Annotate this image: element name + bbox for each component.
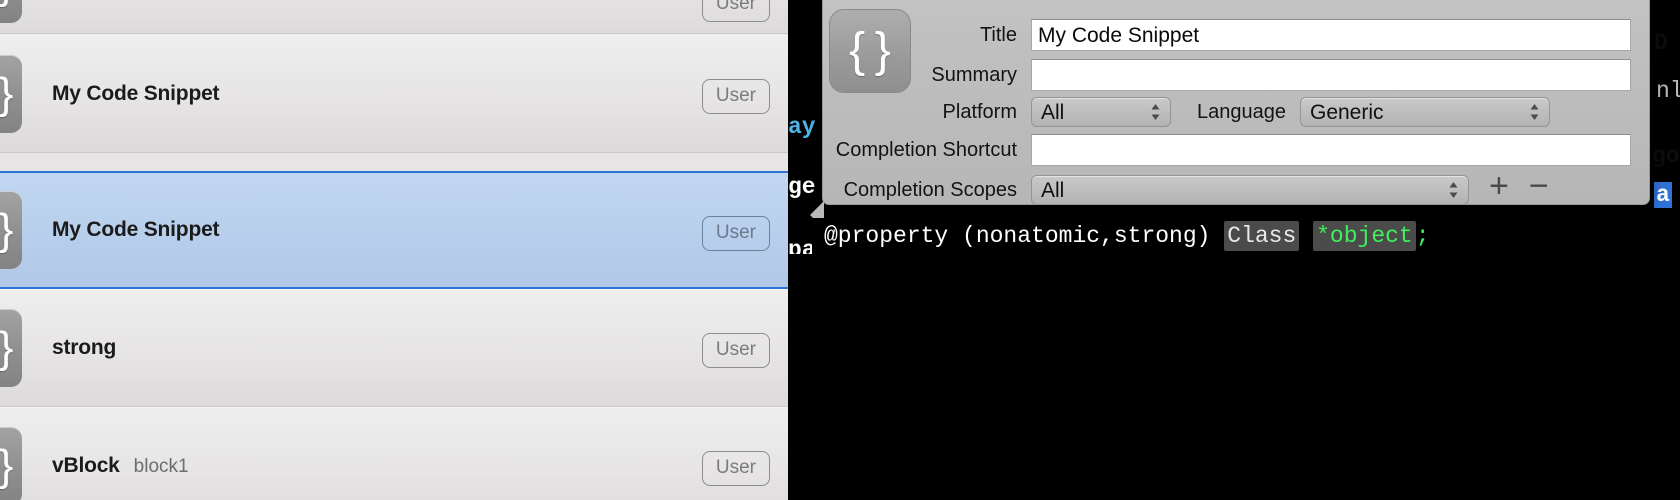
editor-text-fragment: nl (1656, 78, 1680, 104)
summary-label: Summary (931, 63, 1017, 86)
brace-glyph: } (0, 205, 14, 254)
snippet-labels: strong (52, 336, 130, 360)
snippet-detail-popover: { } Title My Code Snippet Summary Platfo… (810, 0, 1650, 229)
code-area-fill (788, 254, 1680, 500)
code-semicolon: ; (1415, 223, 1430, 249)
code-token-class[interactable]: Class (1224, 221, 1300, 251)
field-row-summary: Summary (923, 59, 1635, 91)
chevron-updown-icon (1530, 104, 1539, 120)
add-scope-button[interactable]: + (1489, 169, 1509, 203)
editor-text-fragment: go (1652, 143, 1680, 169)
editor-text-fragment: ge (788, 174, 816, 200)
code-object-name: object (1329, 223, 1413, 249)
code-star: * (1316, 223, 1330, 249)
editor-text-fragment: D (1654, 30, 1668, 56)
snippet-library-list[interactable]: } 定义strong strong User } My Code Snippet… (0, 0, 788, 500)
status-badge: User (701, 451, 770, 486)
summary-input[interactable] (1031, 59, 1631, 91)
snippet-title: My Code Snippet (52, 82, 220, 105)
snippet-title: strong (52, 336, 117, 359)
language-value: Generic (1309, 101, 1384, 124)
title-input[interactable]: My Code Snippet (1031, 19, 1631, 51)
completion-shortcut-label: Completion Shortcut (835, 138, 1017, 161)
brace-glyph: } (0, 0, 13, 6)
snippet-subtitle: block1 (133, 456, 189, 477)
editor-text-fragment: ay (788, 114, 816, 140)
field-row-platform: Platform All Language Generic (923, 97, 1550, 127)
platform-label: Platform (942, 100, 1017, 123)
field-row-title: Title My Code Snippet (923, 19, 1635, 51)
completion-shortcut-input[interactable] (1031, 134, 1631, 166)
chevron-updown-icon (1449, 182, 1458, 198)
completion-scopes-select[interactable]: All (1031, 175, 1469, 205)
status-badge: User (701, 216, 770, 251)
snippet-labels: My Code Snippet (52, 82, 233, 106)
code-brace-icon: } (0, 309, 22, 387)
list-item[interactable]: } strong User (0, 289, 788, 407)
list-item[interactable]: } vBlock block1 User (0, 407, 788, 500)
snippet-title: My Code Snippet (52, 218, 220, 241)
platform-select[interactable]: All (1031, 97, 1171, 127)
brace-glyph: } (0, 69, 14, 118)
title-label: Title (979, 23, 1017, 46)
language-select[interactable]: Generic (1299, 97, 1550, 127)
field-row-completion-scopes: Completion Scopes All + − (833, 169, 1635, 207)
editor-text-fragment: a (1654, 182, 1672, 208)
code-brace-icon: } (0, 0, 22, 23)
status-badge: User (701, 333, 770, 368)
snippet-code-line[interactable]: @property (nonatomic,strong) Class *obje… (812, 218, 1680, 254)
status-badge: User (701, 79, 770, 114)
language-label: Language (1197, 100, 1286, 123)
field-row-completion-shortcut: Completion Shortcut (823, 134, 1635, 166)
snippet-title: vBlock (52, 454, 120, 477)
status-badge: User (701, 0, 770, 22)
list-item[interactable]: } My Code Snippet User (0, 35, 788, 153)
completion-scopes-label: Completion Scopes (843, 178, 1017, 201)
snippet-labels: vBlock block1 (52, 454, 189, 478)
chevron-updown-icon (1151, 104, 1160, 120)
platform-value: All (1041, 101, 1065, 124)
code-prefix: @property (nonatomic,strong) (824, 223, 1225, 249)
list-item[interactable]: } 定义strong strong User (0, 0, 788, 34)
brace-glyph: } (0, 441, 14, 490)
code-brace-icon: } (0, 191, 22, 269)
list-item-selected[interactable]: } My Code Snippet User (0, 171, 788, 289)
xcode-snippet-editor-screen: } 定义strong strong User } My Code Snippet… (0, 0, 1680, 500)
completion-scopes-value: All (1041, 179, 1065, 202)
brace-glyph: } (0, 323, 14, 372)
remove-scope-button[interactable]: − (1529, 169, 1549, 203)
code-brace-icon: } (0, 55, 22, 133)
code-brace-icon: { } (829, 9, 911, 93)
brace-glyph: { } (849, 24, 891, 77)
code-brace-icon: } (0, 427, 22, 500)
snippet-labels: My Code Snippet (52, 218, 233, 242)
code-token-object[interactable]: *object (1313, 221, 1416, 251)
